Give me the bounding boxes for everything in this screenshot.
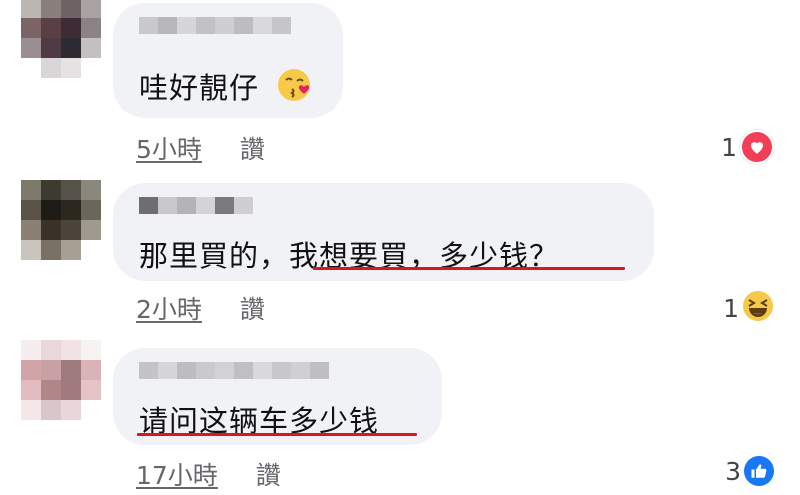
avatar[interactable] [21,180,101,260]
reaction-summary[interactable]: 3 [725,456,774,486]
comment-timestamp[interactable]: 17小時 [136,461,218,490]
kiss-emoji-icon [277,67,313,107]
laugh-emoji-icon [742,290,774,326]
heart-icon [740,130,774,164]
comment-bubble: 那里買的，我想要買，多少钱？ [113,183,654,281]
author-name-blurred[interactable] [139,362,329,379]
reaction-count: 1 [723,293,739,323]
reaction-count: 1 [721,132,737,162]
reaction-count: 3 [725,456,741,486]
like-button[interactable]: 讚 [240,135,265,164]
comment-bubble: 哇好靚仔 [113,3,343,118]
comment-meta: 5小時 讚 [136,130,265,166]
red-underline-annotation [137,433,417,436]
avatar[interactable] [21,340,101,420]
author-name-blurred[interactable] [139,197,253,214]
comment-text: 哇好靚仔 [139,71,260,105]
thumbs-up-icon [744,456,774,486]
comment-bubble: 请问这辆车多少钱 [113,348,442,445]
reaction-summary[interactable]: 1 [721,130,774,164]
comment-meta: 17小時 讚 [136,456,281,492]
comment-timestamp[interactable]: 5小時 [136,135,202,164]
like-button[interactable]: 讚 [240,295,265,324]
avatar[interactable] [21,0,101,78]
comment-timestamp[interactable]: 2小時 [136,295,202,324]
like-button[interactable]: 讚 [256,461,281,490]
reaction-summary[interactable]: 1 [723,290,774,326]
author-name-blurred[interactable] [139,17,291,34]
comment-meta: 2小時 讚 [136,290,265,326]
red-underline-annotation [313,267,625,270]
